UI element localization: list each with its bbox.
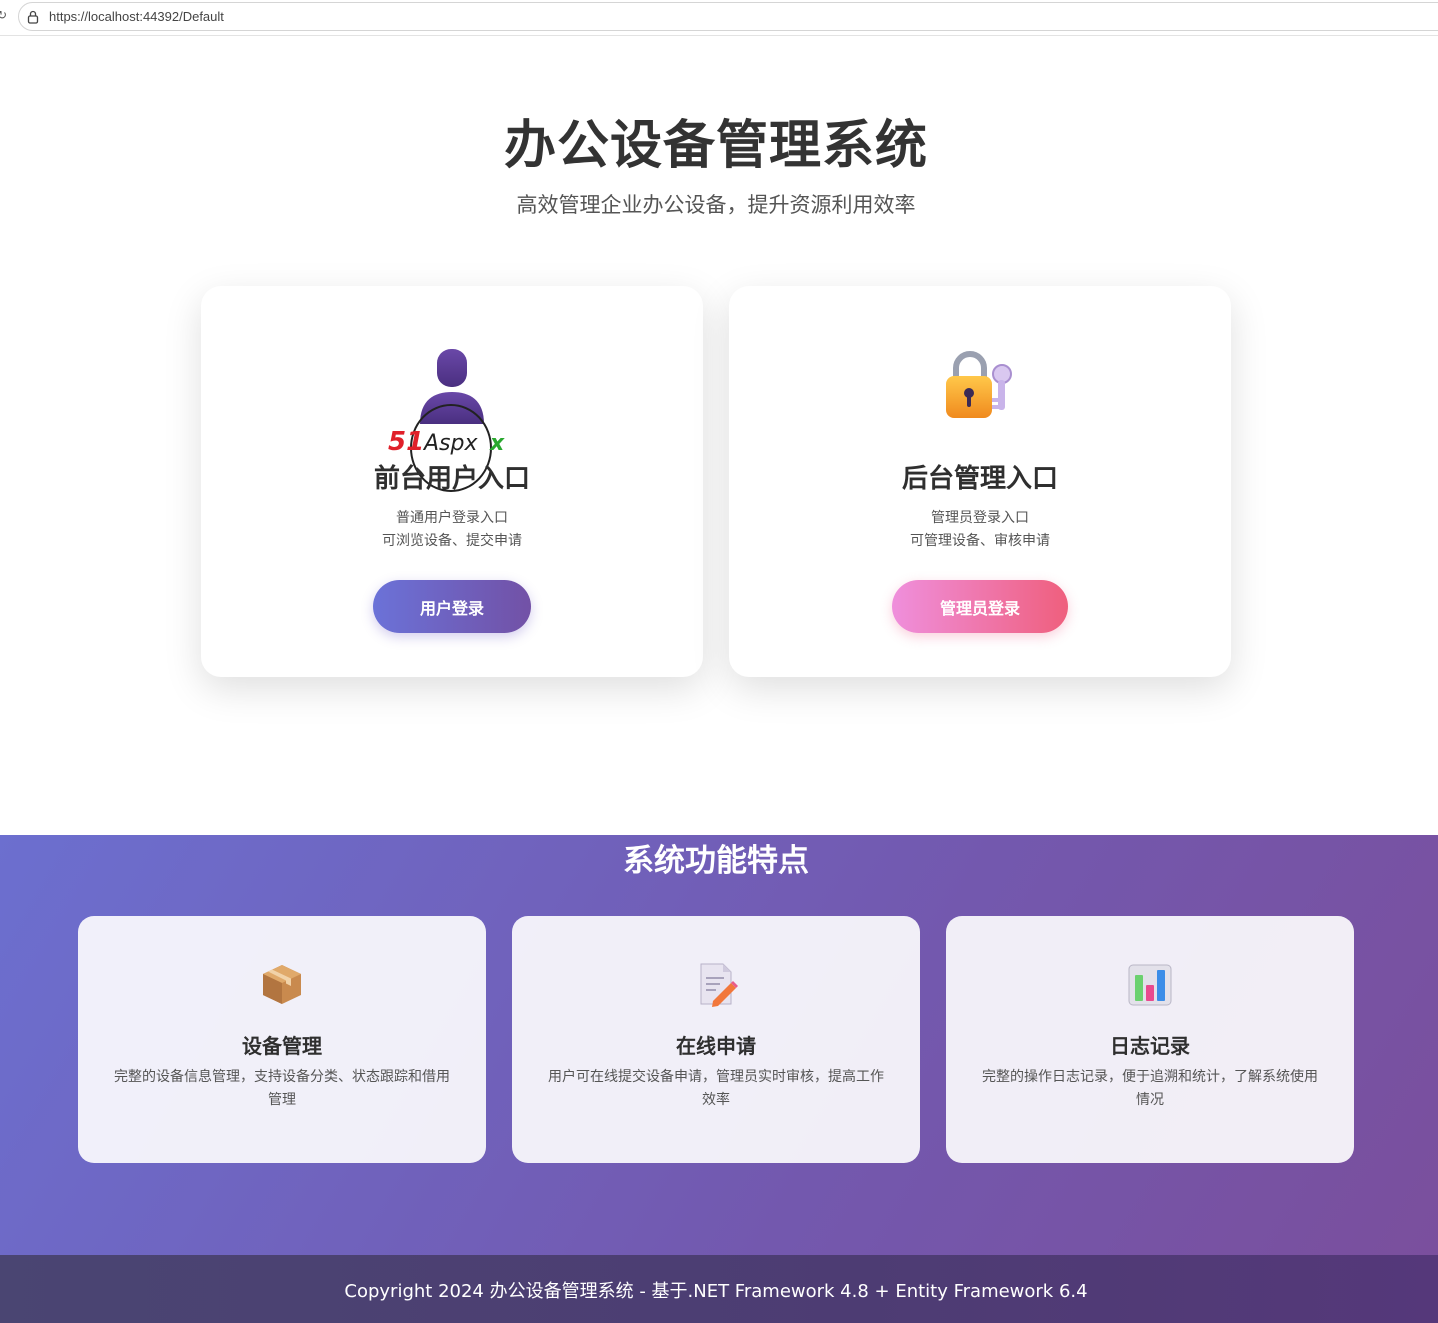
page-subtitle: 高效管理企业办公设备，提升资源利用效率 <box>516 193 916 217</box>
admin-entry-title: 后台管理入口 <box>901 464 1058 494</box>
page-title: 办公设备管理系统 <box>503 116 928 176</box>
features-section: 系统功能特点 设备管理 完整的设备信息管理，支持设备分类、状态跟踪和借用管理 在… <box>0 835 1438 1255</box>
url-field[interactable]: https://localhost:44392/Default <box>18 2 1438 31</box>
user-entry-title: 前台用户入口 <box>373 464 530 494</box>
bar-chart-icon <box>1128 964 1172 1006</box>
user-entry-description: 普通用户登录入口 可浏览设备、提交申请 <box>201 507 703 553</box>
features-title: 系统功能特点 <box>623 843 809 879</box>
svg-text:x: x <box>489 431 505 456</box>
admin-entry-desc-line: 可管理设备、审核申请 <box>910 533 1050 549</box>
feature-title: 在线申请 <box>676 1034 756 1058</box>
feature-card-log-records: 日志记录 完整的操作日志记录，便于追溯和统计，了解系统使用情况 <box>946 916 1354 1163</box>
lock-key-icon <box>946 351 1012 418</box>
feature-description: 用户可在线提交设备申请，管理员实时审核，提高工作效率 <box>548 1069 884 1108</box>
svg-text:Aspx: Aspx <box>422 431 478 456</box>
browser-address-bar: ↻ https://localhost:44392/Default <box>0 0 1438 36</box>
memo-icon <box>700 963 738 1007</box>
admin-entry-description: 管理员登录入口 可管理设备、审核申请 <box>729 507 1231 553</box>
feature-description: 完整的设备信息管理，支持设备分类、状态跟踪和借用管理 <box>114 1069 450 1108</box>
user-entry-card: 51 Aspx x 前台用户入口 普通用户登录入口 可浏览设备、提交申请 用户登… <box>201 286 703 677</box>
url-text[interactable]: https://localhost:44392/Default <box>49 9 224 24</box>
feature-title: 日志记录 <box>1110 1034 1190 1058</box>
feature-card-online-application: 在线申请 用户可在线提交设备申请，管理员实时审核，提高工作效率 <box>512 916 920 1163</box>
feature-title: 设备管理 <box>242 1034 322 1058</box>
feature-description: 完整的操作日志记录，便于追溯和统计，了解系统使用情况 <box>982 1069 1318 1108</box>
package-icon <box>263 965 301 1004</box>
user-entry-desc-line: 普通用户登录入口 <box>396 510 508 526</box>
user-entry-desc-line: 可浏览设备、提交申请 <box>382 533 522 549</box>
feature-card-device-management: 设备管理 完整的设备信息管理，支持设备分类、状态跟踪和借用管理 <box>78 916 486 1163</box>
lock-icon[interactable] <box>27 10 39 24</box>
admin-entry-desc-line: 管理员登录入口 <box>931 510 1029 526</box>
reload-icon[interactable]: ↻ <box>0 8 7 22</box>
admin-entry-card: 后台管理入口 管理员登录入口 可管理设备、审核申请 管理员登录 <box>729 286 1231 677</box>
copyright-text: Copyright 2024 办公设备管理系统 - 基于.NET Framewo… <box>344 1281 1088 1302</box>
admin-login-button[interactable]: 管理员登录 <box>892 580 1068 633</box>
svg-text:51: 51 <box>388 427 424 457</box>
page-footer: Copyright 2024 办公设备管理系统 - 基于.NET Framewo… <box>0 1255 1438 1323</box>
user-icon <box>420 349 484 424</box>
user-login-button[interactable]: 用户登录 <box>373 580 531 633</box>
